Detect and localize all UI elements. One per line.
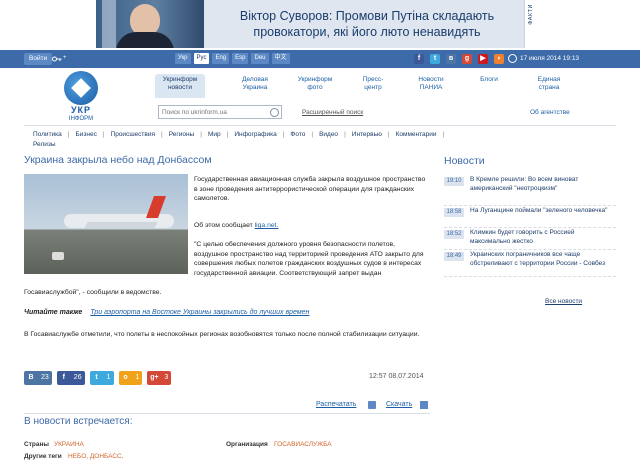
facebook-icon: f <box>62 374 65 381</box>
cat-incidents[interactable]: Происшествия <box>111 131 155 138</box>
facebook-share-button[interactable]: f 26 <box>56 371 85 385</box>
news-item[interactable]: 18:58 На Луганщине поймали "зеленого чело… <box>444 206 616 228</box>
odnoklassniki-share-button[interactable]: о1 <box>118 371 143 385</box>
countries-label: Страны <box>24 441 49 448</box>
cat-business[interactable]: Бизнес <box>75 131 96 138</box>
printer-icon[interactable] <box>368 401 376 409</box>
news-item[interactable]: 18:52 Климкин будет говорить с Россией ма… <box>444 228 616 250</box>
lang-deu[interactable]: Deu <box>251 53 269 64</box>
vk-share-button[interactable]: В 23 <box>24 371 52 385</box>
nav-business-ukraine[interactable]: Деловая Украина <box>229 74 281 98</box>
source-link[interactable]: liga.net. <box>255 222 279 229</box>
vk-icon[interactable]: в <box>446 54 456 64</box>
read-also: Читайте также Три аэропорта на Востоке Ук… <box>24 309 310 316</box>
social-links: f t в g ▶ ◗ <box>414 54 504 64</box>
lang-esp[interactable]: Esp <box>232 53 249 64</box>
article-source: Об этом сообщает liga.net. <box>194 222 279 229</box>
divider <box>24 413 430 414</box>
news-sidebar-title: Новости <box>444 155 485 167</box>
top-banner[interactable]: Віктор Суворов: Промови Путіна складають… <box>96 0 542 48</box>
nav-pania-news[interactable]: Новости ПАНИА <box>405 74 457 98</box>
tag-other[interactable]: НЕБО, ДОНБАСС, <box>68 453 124 460</box>
twitter-icon: t <box>95 374 98 381</box>
banner-side-label: ФАКТИ <box>524 0 542 48</box>
main-nav: Укринформ новости Деловая Украина Укринфор… <box>155 74 575 98</box>
odnoklassniki-icon: о <box>123 374 128 381</box>
nav-united-country[interactable]: Единая страна <box>523 74 575 98</box>
download-link[interactable]: Скачать <box>386 401 412 408</box>
print-link[interactable]: Распечатать <box>316 401 356 408</box>
cat-releases[interactable]: Релизы <box>33 141 56 148</box>
twitter-share-button[interactable]: t1 <box>89 371 114 385</box>
other-tags-label: Другие теги <box>24 453 62 460</box>
nav-ukrinform-photo[interactable]: Укринформ фото <box>289 74 341 98</box>
login-button[interactable]: Войти <box>24 53 53 65</box>
about-agency-link[interactable]: Об агентстве <box>530 109 570 116</box>
mentions-title: В новости встречается: <box>24 416 133 427</box>
banner-photo <box>96 0 204 48</box>
advanced-search-link[interactable]: Расширенный поиск <box>302 109 363 116</box>
article-quote-end: Госавиаслужбой", - сообщили в ведомстве. <box>24 289 162 296</box>
site-logo[interactable]: УКР ІНФОРМ <box>62 71 100 123</box>
key-icon[interactable] <box>52 55 62 63</box>
rss-icon[interactable]: ◗ <box>494 54 504 64</box>
category-nav: Политика | Бизнес | Происшествия | Регионы | Мир… <box>33 131 445 148</box>
clock-icon <box>508 54 517 63</box>
share-buttons: В 23 f 26 t1 о1 g+ 3 <box>24 371 172 385</box>
news-item[interactable]: 18:49 Украинских пограничников все чаще о… <box>444 250 616 277</box>
lang-rus[interactable]: Рус <box>193 53 210 64</box>
search-icon[interactable] <box>270 108 279 117</box>
tag-organization[interactable]: ГОСАВИАСЛУЖБА <box>274 441 332 448</box>
cat-regions[interactable]: Регионы <box>169 131 195 138</box>
nav-blogs[interactable]: Блоги <box>463 74 515 98</box>
download-icon[interactable] <box>420 401 428 409</box>
cat-world[interactable]: Мир <box>208 131 221 138</box>
cat-interview[interactable]: Интервью <box>352 131 382 138</box>
tag-countries[interactable]: УКРАИНА <box>54 441 84 448</box>
cat-photo[interactable]: Фото <box>290 131 305 138</box>
article-paragraph: В Госавиаслужбе отметили, что полеты в н… <box>24 331 420 338</box>
divider <box>24 125 616 126</box>
article-title: Украина закрыла небо над Донбассом <box>24 154 212 166</box>
nav-press-center[interactable]: Пресс-центр <box>347 74 399 98</box>
facebook-icon[interactable]: f <box>414 54 424 64</box>
google-plus-icon: g+ <box>150 374 159 381</box>
news-item[interactable]: 19:10 В Кремле решили: Во всем виноват ам… <box>444 175 616 206</box>
cat-politics[interactable]: Политика <box>33 131 62 138</box>
cat-infographics[interactable]: Инфографика <box>234 131 276 138</box>
search-box <box>158 105 282 119</box>
cat-comments[interactable]: Комментарии <box>396 131 437 138</box>
lang-ukr[interactable]: Укр <box>175 53 191 64</box>
banner-headline: Віктор Суворов: Промови Путіна складають… <box>239 9 495 39</box>
language-switcher: Укр Рус Eng Esp Deu 中文 <box>175 53 290 64</box>
nav-ukrinform-news[interactable]: Укринформ новости <box>155 74 205 98</box>
search-input[interactable] <box>159 106 267 118</box>
read-also-link[interactable]: Три аэропорта на Востоке Украины закрыли… <box>90 309 309 316</box>
article-photo <box>24 174 188 274</box>
lang-chinese[interactable]: 中文 <box>271 53 290 64</box>
google-plus-share-button[interactable]: g+ 3 <box>147 371 172 385</box>
article-timestamp: 12:57 08.07.2014 <box>369 373 424 380</box>
cat-video[interactable]: Видео <box>319 131 338 138</box>
news-list: 19:10 В Кремле решили: Во всем виноват ам… <box>444 175 616 277</box>
article-quote: "С целью обеспечения должного уровня без… <box>194 241 424 277</box>
globe-icon <box>64 71 98 105</box>
all-news-link[interactable]: Все новости <box>545 298 582 305</box>
youtube-icon[interactable]: ▶ <box>478 54 488 64</box>
vk-icon: В <box>28 374 34 381</box>
current-datetime: 17 июля 2014 19:13 <box>520 55 580 62</box>
article-paragraph: Государственная авиационная служба закры… <box>194 176 426 203</box>
twitter-icon[interactable]: t <box>430 54 440 64</box>
plus-icon[interactable]: + <box>63 55 67 61</box>
lang-eng[interactable]: Eng <box>212 53 230 64</box>
organizations-label: Организация <box>226 441 268 448</box>
google-plus-icon[interactable]: g <box>462 54 472 64</box>
